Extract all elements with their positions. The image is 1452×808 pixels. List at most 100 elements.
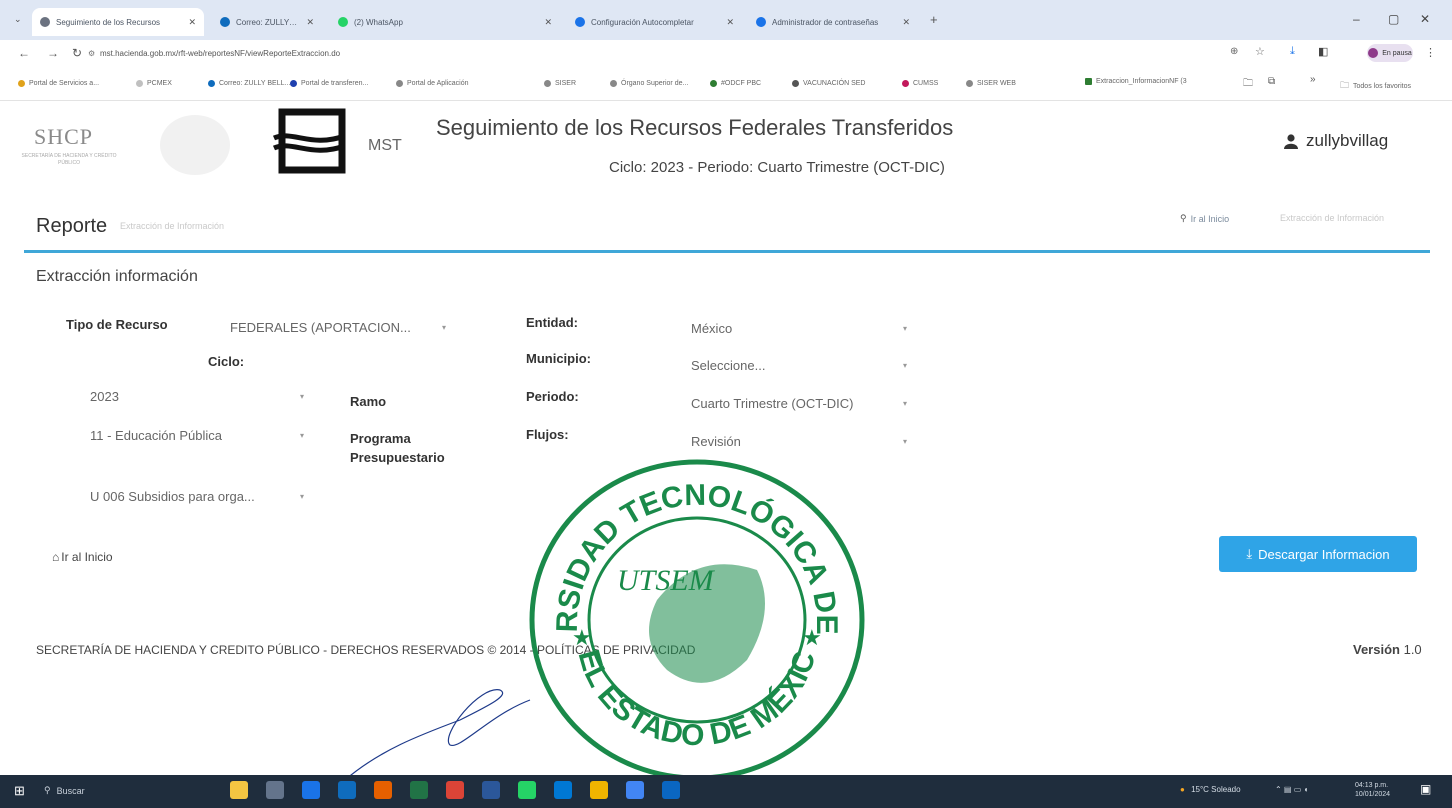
windows-start-icon[interactable]: ⊞ [14, 783, 25, 799]
store-icon[interactable] [554, 781, 572, 799]
more-bookmarks-icon[interactable]: » [1310, 74, 1316, 85]
programa-select[interactable]: U 006 Subsidios para orga... ▾ [90, 486, 310, 506]
menu-kebab-icon[interactable]: ⋮ [1425, 46, 1436, 59]
ciclo-select[interactable]: 2023 ▾ [90, 386, 310, 406]
outlook-icon[interactable] [338, 781, 356, 799]
tab-close-icon[interactable]: ✕ [306, 17, 314, 28]
mst-logo-icon [272, 108, 346, 174]
excel-file-icon [1085, 78, 1092, 85]
firefox-icon[interactable] [374, 781, 392, 799]
reload-icon[interactable]: ↻ [72, 46, 82, 60]
bookmark-item[interactable]: #ODCF PBC [710, 80, 761, 87]
entidad-select[interactable]: México ▾ [691, 318, 916, 338]
bookmark-item[interactable]: PCMEX [136, 80, 172, 87]
browser-tab[interactable]: Correo: ZULLY BELL VILLA GO ✕ [212, 8, 322, 36]
profile-button[interactable]: En pausa [1367, 44, 1413, 62]
bookmark-item[interactable]: CUMSS [902, 80, 938, 87]
bookmark-item[interactable]: VACUNACIÓN SED [792, 80, 866, 87]
periodo-value: Cuarto Trimestre (OCT-DIC) [691, 395, 854, 411]
weather-widget[interactable]: ● 15°C Soleado [1180, 785, 1241, 794]
bookmark-item[interactable]: Portal de Aplicación [396, 80, 468, 87]
ramo-select[interactable]: 11 - Educación Pública ▾ [90, 425, 310, 445]
periodo-select[interactable]: Cuarto Trimestre (OCT-DIC) ▾ [691, 393, 916, 413]
bookmark-item[interactable]: Portal de transferen... [290, 80, 368, 87]
bookmark-favicon-icon [902, 80, 909, 87]
edge-icon[interactable] [302, 781, 320, 799]
bookmark-label: Correo: ZULLY BELL... [219, 80, 291, 87]
tab-close-icon[interactable]: ✕ [902, 17, 910, 28]
clock-date: 10/01/2024 [1355, 791, 1391, 798]
caret-down-icon: ▾ [903, 436, 908, 446]
bookmark-item[interactable]: SISER WEB [966, 80, 1016, 87]
side-panel-icon[interactable]: ◧ [1318, 45, 1328, 58]
open-external-icon[interactable]: ⧉ [1268, 76, 1275, 87]
new-tab-button[interactable]: + [930, 12, 938, 27]
chrome-profile-icon[interactable] [626, 781, 644, 799]
report-title: Reporte [36, 215, 108, 237]
tab-title: (2) WhatsApp [354, 17, 403, 27]
shcp-logo-subtitle: SECRETARÍA DE HACIENDA Y CRÉDITO PÚBLICO [21, 153, 117, 166]
forward-icon[interactable]: → [47, 46, 59, 60]
notifications-icon[interactable]: ▣ [1420, 782, 1431, 796]
whatsapp-icon[interactable] [518, 781, 536, 799]
home-link[interactable]: ⌂ Ir al Inicio [52, 550, 113, 564]
download-button[interactable]: ⤓ Descargar Informacion [1219, 536, 1417, 572]
site-info-icon[interactable]: ⚙ [88, 49, 95, 58]
bookmark-label: SISER WEB [977, 80, 1016, 87]
tab-close-icon[interactable]: ✕ [726, 17, 734, 28]
minimize-icon[interactable]: – [1353, 12, 1360, 26]
tipo-recurso-select[interactable]: FEDERALES (APORTACION... ▾ [230, 317, 455, 337]
download-item[interactable]: Extraccion_InformacionNF (3 [1085, 78, 1187, 85]
tab-close-icon[interactable]: ✕ [188, 17, 196, 28]
tab-title: Configuración Autocompletar [591, 17, 694, 27]
zoom-icon[interactable]: ⊕ [1230, 46, 1238, 57]
downloads-icon[interactable]: ⤓ [1290, 45, 1295, 58]
download-item-label: Extraccion_InformacionNF (3 [1096, 78, 1187, 85]
widgets-icon[interactable] [266, 781, 284, 799]
breadcrumb-home[interactable]: ⚲ Ir al Inicio [1180, 213, 1229, 224]
ciclo-label: Ciclo: [208, 354, 245, 369]
binoculars-icon: ⚲ [1180, 213, 1187, 223]
browser-tab[interactable]: Configuración Autocompletar ✕ [567, 8, 742, 36]
close-icon[interactable]: ✕ [1420, 12, 1430, 26]
browser-tab[interactable]: Seguimiento de los Recursos ✕ [32, 8, 204, 36]
maximize-icon[interactable]: ▢ [1388, 12, 1399, 26]
bookmark-label: Portal de Servicios a... [29, 80, 100, 87]
taskbar-search[interactable]: ⚲ Buscar [44, 785, 85, 796]
url-field[interactable]: mst.hacienda.gob.mx/rft-web/reportesNF/v… [100, 49, 340, 58]
all-favorites[interactable]: 🗀 Todos los favoritos [1340, 78, 1411, 94]
municipio-select[interactable]: Seleccione... ▾ [691, 355, 916, 375]
task-view-icon[interactable] [230, 781, 248, 799]
report-subtitle: Extracción de Información [120, 221, 225, 231]
app-icon[interactable] [662, 781, 680, 799]
bookmark-item[interactable]: Portal de Servicios a... [18, 80, 99, 87]
tab-favicon-icon [220, 17, 230, 27]
avatar [1368, 48, 1379, 58]
bookmark-star-icon[interactable]: ☆ [1255, 45, 1265, 58]
tab-search-icon[interactable]: ⌄ [14, 14, 22, 25]
bookmark-item[interactable]: Correo: ZULLY BELL... [208, 80, 290, 87]
word-icon[interactable] [482, 781, 500, 799]
bookmark-favicon-icon [710, 80, 717, 87]
ciclo-value: 2023 [90, 388, 119, 404]
back-icon[interactable]: ← [18, 46, 30, 60]
clock[interactable]: 04:13 p.m. 10/01/2024 [1355, 781, 1390, 799]
caret-down-icon: ▾ [903, 360, 908, 370]
tab-close-icon[interactable]: ✕ [544, 17, 552, 28]
bookmark-item[interactable]: SISER [544, 80, 576, 87]
browser-tab[interactable]: (2) WhatsApp ✕ [330, 8, 560, 36]
browser-tab[interactable]: Administrador de contraseñas ✕ [748, 8, 918, 36]
taskbar-search-label: Buscar [56, 785, 85, 796]
system-tray-icons[interactable]: ⌃ ▤ ▭ ◖ [1275, 785, 1308, 794]
bookmark-item[interactable]: Órgano Superior de... [610, 80, 688, 87]
user-menu[interactable]: zullybvillag [1284, 131, 1388, 151]
star-icon: ★ [802, 625, 822, 650]
excel-icon[interactable] [410, 781, 428, 799]
folder-icon[interactable]: 🗀 [1243, 76, 1253, 93]
version-label: Versión [1353, 642, 1400, 657]
chrome-icon[interactable] [446, 781, 464, 799]
file-explorer-icon[interactable] [590, 781, 608, 799]
breadcrumb-current: Extracción de Información [1280, 213, 1385, 223]
weather-label: 15°C Soleado [1191, 785, 1241, 794]
mst-label: MST [368, 137, 402, 154]
